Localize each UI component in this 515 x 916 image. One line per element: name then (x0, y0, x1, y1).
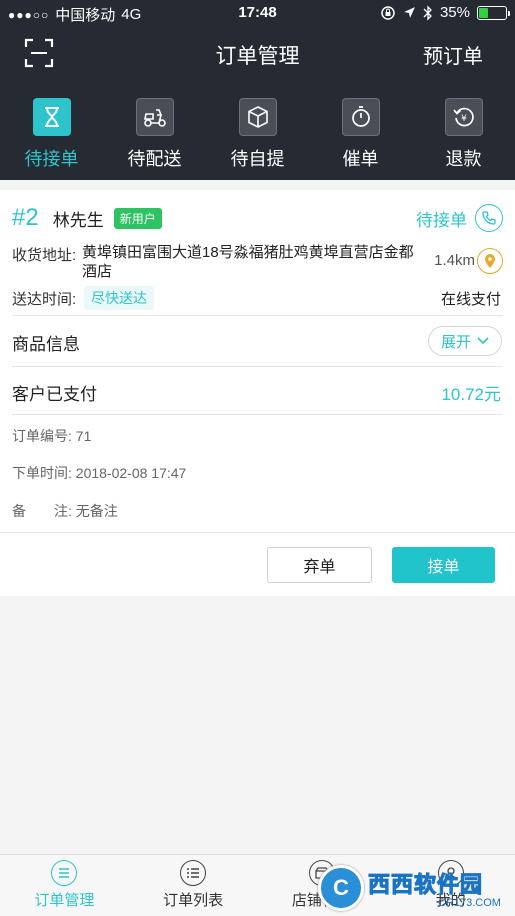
watermark-text: 西西软件园 CR173.COM (368, 867, 501, 910)
hourglass-icon (32, 98, 71, 136)
navigation-bar: 订单管理 预订单 (0, 26, 515, 82)
order-card: #2 林先生 新用户 待接单 收货地址: 黄埠镇田富围大道18号淼福猪肚鸡黄埠直… (0, 190, 515, 596)
paid-amount: 10.72元 (441, 385, 501, 404)
expand-goods-button[interactable]: 展开 (428, 326, 502, 356)
tab-label: 催单 (342, 149, 379, 169)
tab-label: 待自提 (230, 149, 285, 169)
location-pin-icon (485, 254, 495, 268)
tab-pending-pickup[interactable]: 待自提 (206, 82, 309, 180)
map-location-button[interactable] (477, 248, 503, 274)
battery-icon (477, 5, 510, 20)
payment-type: 在线支付 (440, 291, 501, 308)
order-id: 订单编号: 71 (12, 428, 92, 444)
tab-label: 待接单 (24, 149, 79, 169)
order-header: #2 林先生 新用户 (12, 204, 162, 232)
tab-pending-delivery[interactable]: 待配送 (103, 82, 206, 180)
bottom-nav-label: 订单管理 (34, 892, 95, 909)
chevron-down-icon (477, 337, 489, 345)
rotation-lock-icon (381, 5, 395, 20)
divider (12, 315, 503, 316)
divider (12, 366, 503, 367)
call-customer-button[interactable] (475, 204, 503, 232)
customer-name: 林先生 (52, 210, 104, 230)
svg-text:¥: ¥ (461, 114, 467, 124)
customer-paid-label: 客户已支付 (12, 385, 97, 404)
location-arrow-icon (404, 7, 415, 18)
tab-reminders[interactable]: 催单 (309, 82, 412, 180)
order-number: #2 (12, 204, 39, 231)
order-status-tabs: 待接单 待配送 待自提 催单 ¥ 退款 (0, 82, 515, 180)
divider (0, 532, 515, 533)
tab-pending-accept[interactable]: 待接单 (0, 82, 103, 180)
new-user-badge: 新用户 (113, 207, 162, 229)
preorder-button[interactable]: 预订单 (423, 40, 483, 69)
address-label: 收货地址: (12, 247, 77, 264)
stopwatch-icon (341, 98, 380, 136)
divider (12, 414, 503, 415)
phone-icon (482, 211, 496, 225)
watermark-url: CR173.COM (438, 897, 501, 909)
delivery-time-label: 送达时间: (12, 291, 77, 308)
status-right: 35% (380, 4, 510, 21)
accept-order-button[interactable]: 接单 (392, 547, 495, 583)
battery-fill (479, 7, 489, 18)
package-icon (238, 98, 277, 136)
order-status: 待接单 (416, 210, 467, 230)
bluetooth-icon (423, 4, 432, 21)
tab-refunds[interactable]: ¥ 退款 (412, 82, 515, 180)
order-time: 下单时间: 2018-02-08 17:47 (12, 465, 187, 481)
watermark-brand: 西西软件园 (368, 872, 484, 898)
order-manage-icon (51, 860, 78, 886)
status-bar: ●●●○○ 中国移动 4G 17:48 35% (0, 0, 515, 26)
bottom-nav-order-manage[interactable]: 订单管理 (0, 855, 129, 916)
bottom-nav-order-list[interactable]: 订单列表 (129, 855, 258, 916)
distance: 1.4km (434, 252, 475, 269)
list-icon (180, 860, 207, 886)
watermark-logo: C (318, 865, 364, 911)
refund-icon: ¥ (444, 98, 483, 136)
bottom-nav-label: 订单列表 (163, 892, 224, 909)
abandon-order-button[interactable]: 弃单 (267, 547, 372, 583)
goods-info-label: 商品信息 (12, 335, 80, 354)
order-remark: 备 注: 无备注 (12, 503, 118, 519)
delivery-time-value: 尽快送达 (84, 286, 154, 310)
watermark: C 西西软件园 CR173.COM (318, 860, 515, 916)
scooter-icon (135, 98, 174, 136)
tab-label: 退款 (445, 149, 482, 169)
expand-label: 展开 (440, 333, 471, 351)
battery-percent: 35% (439, 4, 470, 21)
tab-label: 待配送 (127, 149, 182, 169)
order-status-group: 待接单 (416, 204, 503, 232)
delivery-address: 黄埠镇田富围大道18号淼福猪肚鸡黄埠直营店金都酒店 (82, 244, 414, 280)
